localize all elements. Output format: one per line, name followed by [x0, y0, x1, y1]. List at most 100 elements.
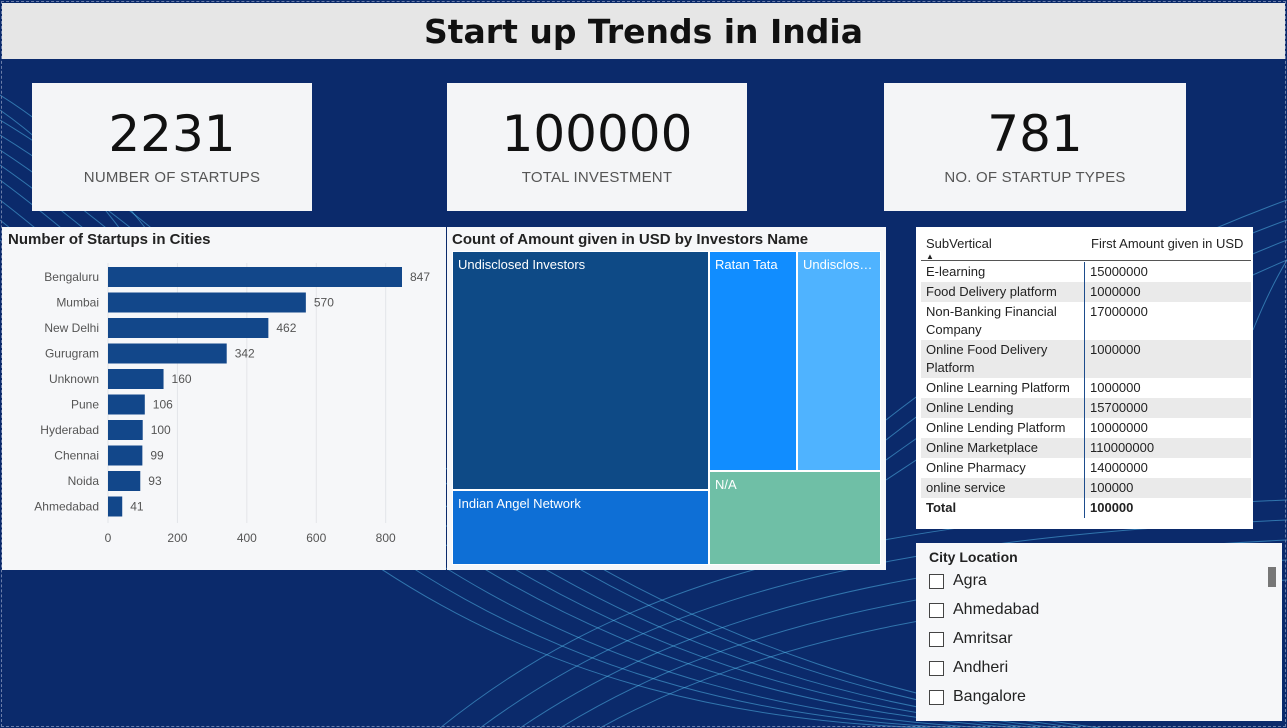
table-row[interactable]: Online Learning Platform 1000000	[921, 378, 1251, 398]
slicer-option[interactable]: Andheri	[929, 659, 1008, 677]
cell-amount: 1000000	[1090, 380, 1141, 395]
table-row[interactable]: Online Marketplace 110000000	[921, 438, 1251, 458]
slicer-option[interactable]: Agra	[929, 572, 987, 590]
slicer-option-label: Bangalore	[953, 688, 1026, 705]
column-header-subvertical[interactable]: SubVertical	[926, 236, 992, 251]
treemap-tile[interactable]: Undisclosed Investors	[797, 251, 881, 471]
data-label: 41	[130, 500, 144, 514]
cell-amount: 15700000	[1090, 400, 1148, 415]
bar[interactable]	[108, 496, 123, 517]
bar[interactable]	[108, 343, 227, 364]
category-label: Pune	[71, 398, 99, 412]
total-value: 100000	[1090, 500, 1134, 515]
cell-amount: 100000	[1090, 480, 1134, 495]
checkbox[interactable]	[929, 660, 944, 676]
slicer-option[interactable]: Amritsar	[929, 630, 1013, 648]
bar[interactable]	[108, 318, 269, 338]
city-location-slicer[interactable]: City Location Agra Ahmedabad Amritsar An…	[916, 543, 1282, 721]
cell-amount: 1000000	[1090, 342, 1141, 357]
x-tick-label: 400	[237, 531, 257, 545]
checkbox[interactable]	[929, 689, 944, 705]
table-row[interactable]: E-learning 15000000	[921, 262, 1251, 282]
x-tick-label: 0	[105, 531, 112, 545]
table-row[interactable]: Online Food Delivery Platform 1000000	[921, 340, 1251, 378]
chart-title: Number of Startups in Cities	[8, 231, 211, 248]
slicer-option-label: Andheri	[953, 659, 1009, 676]
cell-subvertical: Food Delivery platform	[921, 282, 1085, 302]
treemap-tile[interactable]: Ratan Tata	[709, 251, 797, 471]
kpi-card-startup-types[interactable]: 781 NO. OF STARTUP TYPES	[884, 83, 1186, 211]
table-row[interactable]: online service 100000	[921, 478, 1251, 498]
kpi-value: 100000	[501, 104, 693, 163]
kpi-value: 2231	[108, 104, 236, 163]
kpi-value: 781	[987, 104, 1083, 163]
treemap-tile[interactable]: Indian Angel Network	[452, 490, 709, 565]
cell-subvertical: Online Lending	[921, 398, 1085, 418]
data-label: 570	[314, 296, 334, 310]
cell-amount: 10000000	[1090, 420, 1148, 435]
cell-amount: 1000000	[1090, 284, 1141, 299]
bar[interactable]	[108, 420, 143, 440]
data-label: 160	[172, 372, 192, 386]
kpi-card-startups[interactable]: 2231 NUMBER OF STARTUPS	[32, 83, 312, 211]
treemap-area: Undisclosed Investors Ratan Tata Undiscl…	[452, 251, 881, 565]
slicer-option[interactable]: Bangalore	[929, 688, 1026, 706]
data-label: 100	[151, 423, 171, 437]
treemap-tile[interactable]: Undisclosed Investors	[452, 251, 709, 490]
x-tick-label: 200	[167, 531, 187, 545]
cell-amount: 15000000	[1090, 264, 1148, 279]
table-row[interactable]: Food Delivery platform 1000000	[921, 282, 1251, 302]
checkbox[interactable]	[929, 573, 944, 589]
category-label: Hyderabad	[40, 423, 99, 437]
data-label: 106	[153, 398, 173, 412]
sort-ascending-icon[interactable]: ▲	[926, 252, 934, 261]
bar[interactable]	[108, 445, 143, 466]
kpi-label: NO. OF STARTUP TYPES	[944, 168, 1126, 186]
cell-subvertical: Online Food Delivery Platform	[921, 340, 1085, 378]
kpi-card-investment[interactable]: 100000 TOTAL INVESTMENT	[447, 83, 747, 211]
cell-amount: 17000000	[1090, 304, 1148, 319]
startups-by-city-chart[interactable]: 0 200 400 600 800 Bengaluru 847 Mumbai 570 New De…	[2, 227, 446, 570]
bar[interactable]	[108, 471, 141, 491]
bar[interactable]	[108, 394, 145, 415]
cell-subvertical: Online Lending Platform	[921, 418, 1085, 438]
kpi-label: NUMBER OF STARTUPS	[83, 168, 261, 186]
column-header-amount[interactable]: First Amount given in USD	[1091, 236, 1243, 251]
slicer-option-label: Ahmedabad	[953, 601, 1040, 618]
table-total-row: Total 100000	[921, 498, 1251, 518]
table-body: E-learning 15000000 Food Delivery platfor…	[921, 262, 1251, 518]
checkbox[interactable]	[929, 602, 944, 618]
bar[interactable]	[108, 292, 306, 313]
category-label: Mumbai	[56, 296, 99, 310]
table-row[interactable]: Online Lending Platform 10000000	[921, 418, 1251, 438]
x-tick-label: 800	[376, 531, 396, 545]
bar[interactable]	[108, 369, 164, 389]
cell-subvertical: Online Learning Platform	[921, 378, 1085, 398]
slicer-title: City Location	[929, 549, 1018, 565]
subvertical-table[interactable]: SubVertical ▲ First Amount given in USD …	[916, 227, 1253, 529]
category-label: Gurugram	[45, 347, 99, 361]
data-label: 93	[148, 474, 162, 488]
table-row[interactable]: Online Pharmacy 14000000	[921, 458, 1251, 478]
category-label: Noida	[68, 474, 100, 488]
chart-title: Count of Amount given in USD by Investor…	[452, 231, 809, 248]
checkbox[interactable]	[929, 631, 944, 647]
data-label: 99	[150, 449, 164, 463]
cell-subvertical: Non-Banking Financial Company	[921, 302, 1085, 340]
category-label: New Delhi	[44, 321, 99, 335]
cell-subvertical: Online Pharmacy	[921, 458, 1085, 478]
cell-amount: 14000000	[1090, 460, 1148, 475]
bar[interactable]	[108, 267, 402, 287]
report-title-bar: Start up Trends in India	[2, 3, 1285, 59]
cell-subvertical: E-learning	[921, 262, 1085, 282]
slicer-scrollbar[interactable]	[1268, 567, 1276, 587]
data-label: 342	[235, 347, 255, 361]
investors-treemap[interactable]: Count of Amount given in USD by Investor…	[447, 227, 886, 570]
table-row[interactable]: Online Lending 15700000	[921, 398, 1251, 418]
table-header: SubVertical ▲ First Amount given in USD	[921, 227, 1251, 261]
table-row[interactable]: Non-Banking Financial Company 17000000	[921, 302, 1251, 340]
slicer-option-label: Amritsar	[953, 630, 1013, 647]
cell-amount: 110000000	[1090, 440, 1155, 455]
slicer-option[interactable]: Ahmedabad	[929, 601, 1039, 619]
treemap-tile[interactable]: N/A	[709, 471, 881, 565]
